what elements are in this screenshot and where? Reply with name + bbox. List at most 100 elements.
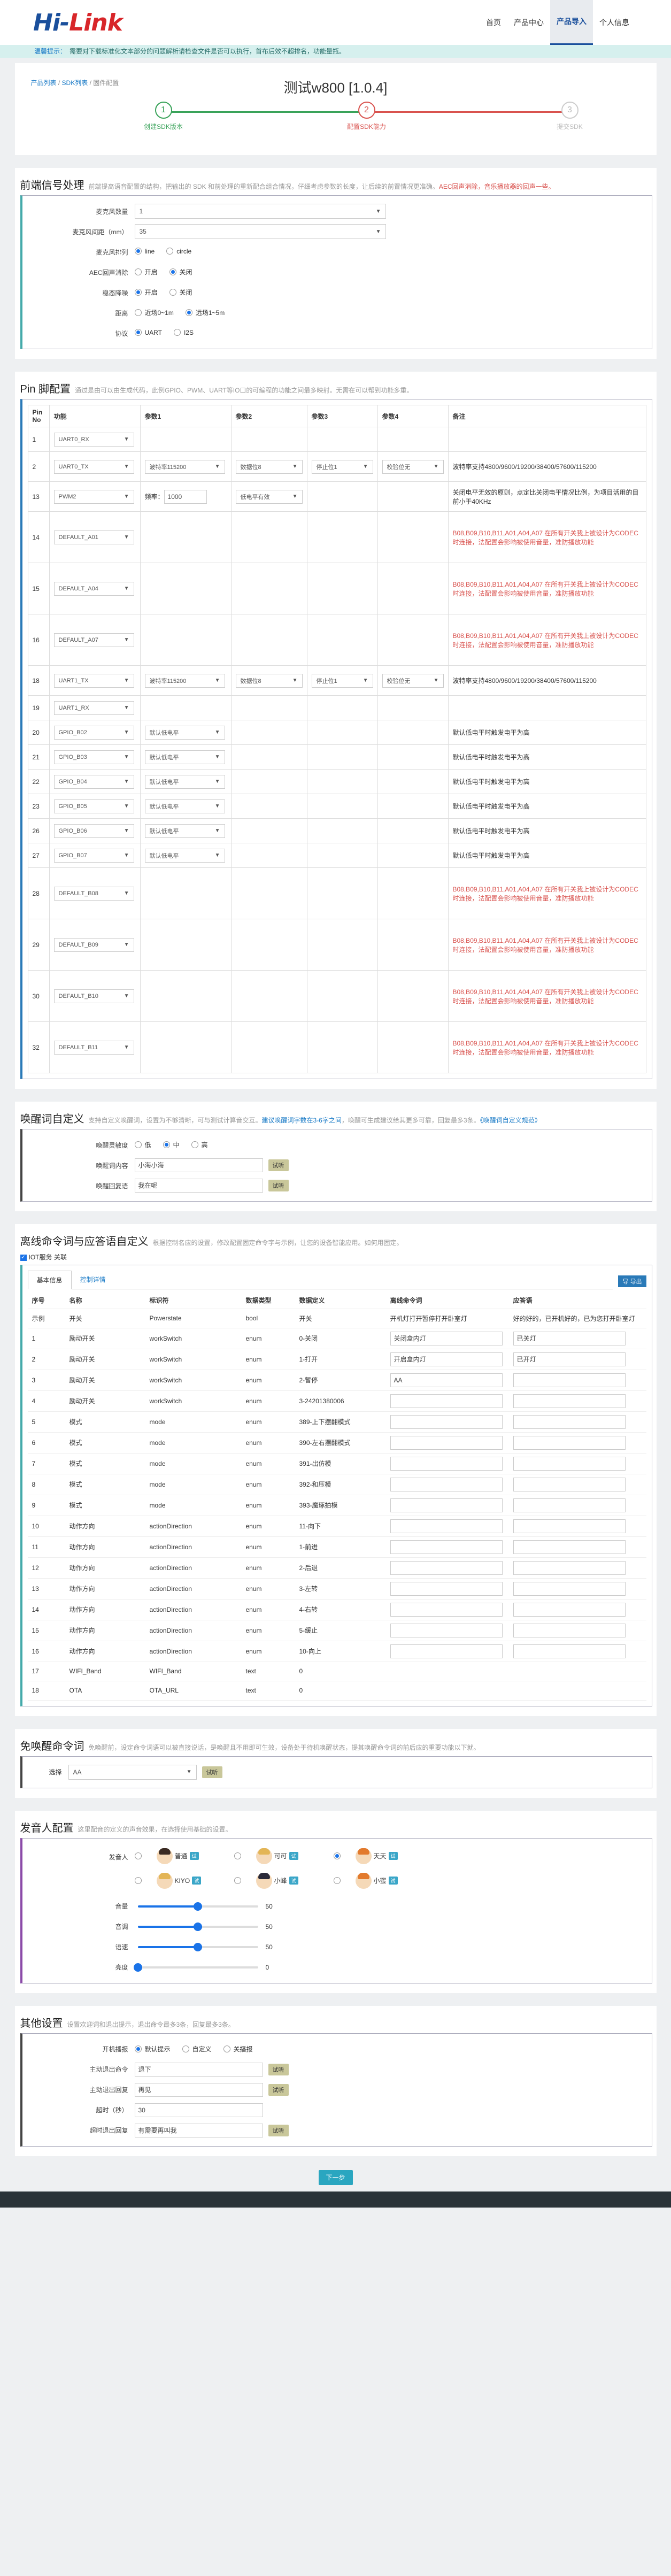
listen-button[interactable]: 试听 xyxy=(268,2063,289,2075)
pin-func-select[interactable]: DEFAULT_B10 ▼ xyxy=(53,989,134,1003)
listen-button[interactable]: 试听 xyxy=(268,1159,289,1171)
voice-option[interactable]: 小峰试 xyxy=(234,1868,334,1893)
next-button[interactable]: 下一步 xyxy=(318,2170,353,2185)
wake-input[interactable]: 小海小海 xyxy=(134,1158,263,1172)
slider-track[interactable] xyxy=(137,1942,258,1951)
pin-param-select[interactable]: 默认低电平 ▼ xyxy=(144,824,225,838)
pin-func-select[interactable]: GPIO_B07 ▼ xyxy=(53,848,134,863)
voice-option[interactable]: 天天试 xyxy=(333,1844,433,1868)
pin-param-select[interactable]: 停止位1 ▼ xyxy=(311,459,373,474)
slider-knob[interactable] xyxy=(194,1922,202,1931)
frontend-select[interactable]: 35 ▼ xyxy=(134,224,386,239)
pin-param-select[interactable]: 波特率115200 ▼ xyxy=(144,673,225,688)
pin-func-select[interactable]: UART1_RX ▼ xyxy=(53,701,134,715)
cmd-input[interactable] xyxy=(390,1644,503,1658)
slider-knob[interactable] xyxy=(194,1902,202,1911)
pin-param-select[interactable]: 停止位1 ▼ xyxy=(311,673,373,688)
wake-radio-option[interactable]: 低 xyxy=(134,1140,151,1149)
nav-item[interactable]: 个人信息 xyxy=(593,0,636,45)
pin-param-select[interactable]: 校验位无 ▼ xyxy=(382,459,444,474)
frontend-radio-option[interactable]: 关闭 xyxy=(169,267,192,276)
slider-knob[interactable] xyxy=(194,1942,202,1951)
other-input[interactable]: 退下 xyxy=(134,2062,263,2077)
frontend-radio-option[interactable]: 开启 xyxy=(134,267,158,276)
pin-param-select[interactable]: 低电平有效 ▼ xyxy=(235,489,303,504)
voice-preview-badge[interactable]: 试 xyxy=(289,1852,298,1860)
pin-func-select[interactable]: UART0_TX ▼ xyxy=(53,459,134,474)
reply-input[interactable] xyxy=(513,1644,626,1658)
freewake-listen-button[interactable]: 试听 xyxy=(202,1766,222,1778)
pin-param-select[interactable]: 校验位无 ▼ xyxy=(382,673,444,688)
reply-input[interactable] xyxy=(513,1477,626,1491)
pin-func-select[interactable]: DEFAULT_A07 ▼ xyxy=(53,633,134,647)
voice-option[interactable]: 小蜜试 xyxy=(333,1868,433,1893)
reply-input[interactable] xyxy=(513,1560,626,1575)
frontend-radio-option[interactable]: UART xyxy=(134,329,162,336)
wake-radio-option[interactable]: 高 xyxy=(191,1140,208,1149)
pin-param-select[interactable]: 默认低电平 ▼ xyxy=(144,848,225,863)
voice-preview-badge[interactable]: 试 xyxy=(388,1852,398,1860)
other-input[interactable]: 再见 xyxy=(134,2082,263,2097)
wake-spec-link[interactable]: 《唤醒词自定义规范》 xyxy=(480,1117,541,1124)
other-input[interactable]: 30 xyxy=(134,2103,263,2117)
listen-button[interactable]: 试听 xyxy=(268,2124,289,2136)
voice-preview-badge[interactable]: 试 xyxy=(192,1877,202,1885)
pin-param-select[interactable]: 数据位8 ▼ xyxy=(235,673,303,688)
cmd-input[interactable] xyxy=(390,1623,503,1637)
cmd-input[interactable] xyxy=(390,1477,503,1491)
reply-input[interactable] xyxy=(513,1456,626,1471)
cmd-input[interactable] xyxy=(390,1456,503,1471)
voice-option[interactable]: 普通试 xyxy=(134,1844,234,1868)
reply-input[interactable] xyxy=(513,1540,626,1554)
frontend-select[interactable]: 1 ▼ xyxy=(134,204,386,219)
reply-input[interactable]: 已关灯 xyxy=(513,1331,626,1345)
pin-func-select[interactable]: GPIO_B06 ▼ xyxy=(53,824,134,838)
slider-track[interactable] xyxy=(133,1963,258,1972)
frontend-radio-option[interactable]: 远场1~5m xyxy=(185,308,225,317)
pin-param-select[interactable]: 数据位8 ▼ xyxy=(235,459,303,474)
reply-input[interactable] xyxy=(513,1581,626,1596)
reply-input[interactable] xyxy=(513,1435,626,1450)
pin-func-select[interactable]: UART0_RX ▼ xyxy=(53,432,134,447)
cmd-input[interactable] xyxy=(390,1394,503,1408)
cmd-input[interactable] xyxy=(390,1414,503,1429)
nav-item[interactable]: 产品导入 xyxy=(550,0,593,45)
voice-option[interactable]: KIYO 试 xyxy=(134,1868,234,1893)
pin-func-select[interactable]: GPIO_B04 ▼ xyxy=(53,774,134,789)
voice-radio[interactable] xyxy=(234,1852,244,1859)
frontend-radio-option[interactable]: I2S xyxy=(173,329,194,336)
voice-preview-badge[interactable]: 试 xyxy=(289,1877,298,1885)
wake-desc-link[interactable]: 建议唤醒词字数在3-6字之间 xyxy=(262,1117,342,1124)
cmd-input[interactable]: AA xyxy=(390,1373,503,1387)
frontend-radio-option[interactable]: 近场0~1m xyxy=(134,308,174,317)
freewake-select[interactable]: AA ▼ xyxy=(68,1764,197,1780)
cmd-input[interactable] xyxy=(390,1602,503,1617)
reply-input[interactable] xyxy=(513,1519,626,1533)
reply-input[interactable] xyxy=(513,1414,626,1429)
voice-radio[interactable] xyxy=(234,1877,244,1884)
other-radio-option[interactable]: 关播报 xyxy=(223,2044,253,2054)
reply-input[interactable] xyxy=(513,1623,626,1637)
brand-logo[interactable]: Hi-Link xyxy=(33,9,123,36)
frontend-radio-option[interactable]: circle xyxy=(166,248,191,255)
voice-radio[interactable] xyxy=(333,1852,344,1859)
cmd-input[interactable] xyxy=(390,1498,503,1512)
voice-radio[interactable] xyxy=(134,1877,145,1884)
reply-input[interactable]: 已开灯 xyxy=(513,1352,626,1366)
tab-basic-info[interactable]: 基本信息 xyxy=(27,1271,72,1289)
iot-checkbox[interactable]: ✓ xyxy=(20,1254,27,1261)
cmd-input[interactable]: 关闭盒内灯 xyxy=(390,1331,503,1345)
reply-input[interactable] xyxy=(513,1498,626,1512)
frontend-radio-option[interactable]: 开启 xyxy=(134,288,158,297)
voice-radio[interactable] xyxy=(333,1877,344,1884)
listen-button[interactable]: 试听 xyxy=(268,1180,289,1191)
pin-func-select[interactable]: DEFAULT_A04 ▼ xyxy=(53,581,134,596)
nav-item[interactable]: 产品中心 xyxy=(507,0,550,45)
pin-func-select[interactable]: DEFAULT_B11 ▼ xyxy=(53,1040,134,1055)
voice-option[interactable]: 可可试 xyxy=(234,1844,334,1868)
voice-preview-badge[interactable]: 试 xyxy=(189,1852,199,1860)
slider-track[interactable] xyxy=(137,1922,258,1931)
wake-radio-option[interactable]: 中 xyxy=(163,1140,180,1149)
pwm-freq-input[interactable]: 1000 xyxy=(164,489,207,504)
pin-func-select[interactable]: PWM2 ▼ xyxy=(53,489,134,504)
